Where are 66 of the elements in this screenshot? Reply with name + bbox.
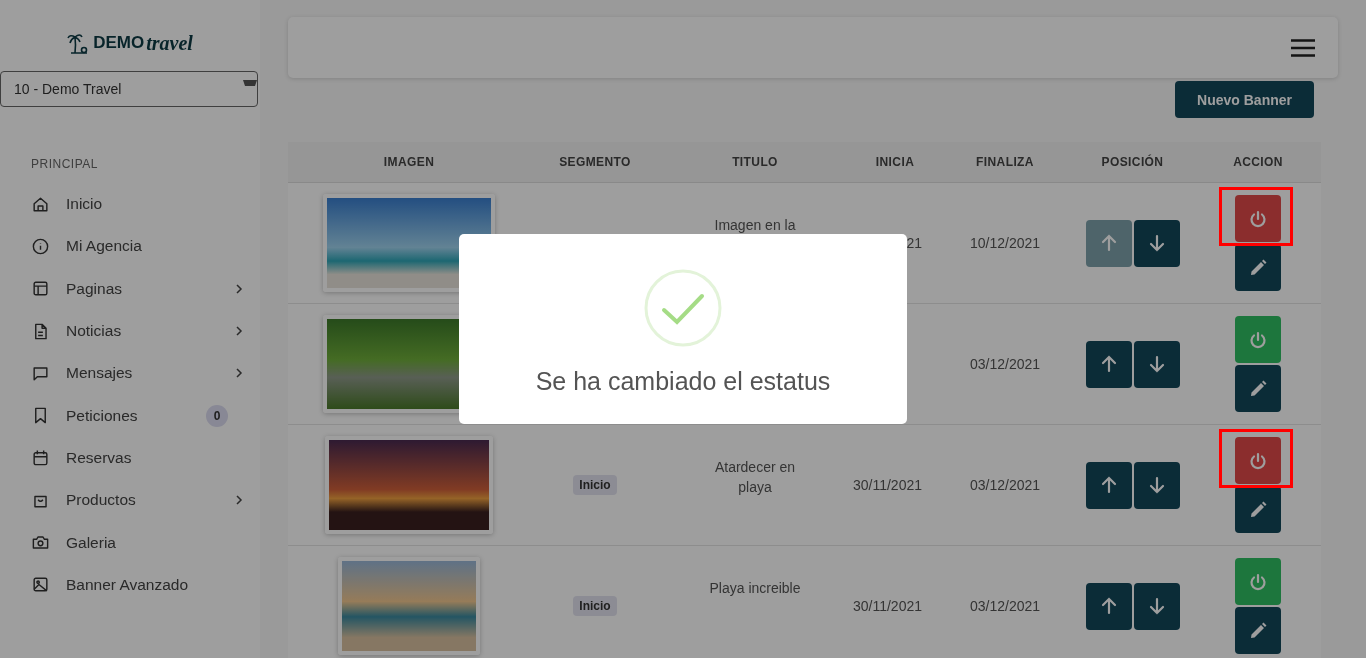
- column-header: FINALIZA: [975, 155, 1035, 169]
- column-header: POSICIÓN: [1100, 155, 1165, 169]
- edit-button[interactable]: [1235, 244, 1281, 291]
- column-header: TITULO: [731, 155, 779, 169]
- move-up-button[interactable]: [1085, 582, 1132, 630]
- sidebar-item[interactable]: Mensajes: [66, 364, 133, 383]
- sidebar-item[interactable]: Inicio: [66, 195, 103, 214]
- logo-text: travel: [146, 31, 193, 55]
- sidebar-item[interactable]: Galeria: [66, 533, 116, 552]
- sidebar-item[interactable]: Banner Avanzado: [66, 575, 189, 594]
- column-header: INICIA: [874, 155, 916, 169]
- image-icon: [31, 575, 50, 595]
- banner-title: Imagen en la: [713, 216, 797, 235]
- caret-icon: [243, 80, 257, 86]
- agency-select[interactable]: 10 - Demo Travel: [0, 71, 258, 107]
- calendar-icon: [31, 448, 50, 468]
- end-date: 03/12/2021: [969, 598, 1041, 614]
- start-date: 30/11/2021: [852, 598, 922, 614]
- pencil-icon: [1248, 499, 1268, 520]
- end-date: 03/12/2021: [969, 477, 1041, 493]
- sidebar-item[interactable]: Paginas: [66, 279, 122, 298]
- pencil-icon: [1248, 620, 1268, 641]
- end-date: 10/12/2021: [969, 235, 1041, 251]
- status-message: Se ha cambiado el estatus: [535, 367, 831, 396]
- banner-title: Atardecer en playa: [713, 458, 797, 497]
- start-date: 30/11/2021: [852, 477, 922, 493]
- move-down-button[interactable]: [1133, 340, 1180, 388]
- info-icon: [31, 236, 50, 256]
- banner-title: Playa increible: [708, 579, 802, 598]
- new-banner-button[interactable]: Nuevo Banner: [1175, 81, 1314, 118]
- column-header: SEGMENTO: [558, 155, 632, 169]
- move-down-button[interactable]: [1133, 219, 1180, 267]
- sidebar-item[interactable]: Peticiones: [66, 406, 138, 425]
- edit-button[interactable]: [1235, 607, 1281, 654]
- power-button[interactable]: [1235, 437, 1281, 484]
- start-date: 21: [906, 235, 922, 251]
- move-down-button[interactable]: [1133, 461, 1180, 509]
- segment-tag: Inicio: [573, 475, 617, 495]
- pencil-icon: [1248, 257, 1268, 278]
- sidebar-item[interactable]: Productos: [66, 491, 136, 510]
- segment-tag: Inicio: [573, 596, 617, 616]
- logo-text: DEMO: [93, 33, 145, 53]
- home-icon: [31, 194, 50, 214]
- end-date: 03/12/2021: [969, 356, 1041, 372]
- column-header: ACCION: [1232, 155, 1284, 169]
- sidebar-item[interactable]: Noticias: [66, 322, 122, 341]
- success-check-icon: [644, 269, 722, 347]
- power-icon: [1248, 450, 1268, 471]
- count-badge: 0: [206, 404, 228, 427]
- power-icon: [1248, 208, 1268, 229]
- edit-button[interactable]: [1235, 365, 1281, 412]
- camera-icon: [31, 533, 50, 552]
- sidebar-item[interactable]: Mi Agencia: [66, 237, 142, 256]
- edit-button[interactable]: [1235, 486, 1281, 533]
- sidebar-item[interactable]: Reservas: [66, 448, 132, 467]
- power-button[interactable]: [1235, 195, 1281, 242]
- move-up-button[interactable]: [1085, 340, 1132, 388]
- layout-icon: [31, 279, 50, 299]
- move-down-button[interactable]: [1133, 582, 1180, 630]
- pencil-icon: [1248, 378, 1268, 399]
- menu-icon[interactable]: [1291, 38, 1315, 57]
- power-icon: [1248, 571, 1268, 592]
- column-header: IMAGEN: [382, 155, 436, 169]
- section-heading: PRINCIPAL: [31, 157, 98, 171]
- move-up-button[interactable]: [1085, 461, 1132, 509]
- power-icon: [1248, 329, 1268, 350]
